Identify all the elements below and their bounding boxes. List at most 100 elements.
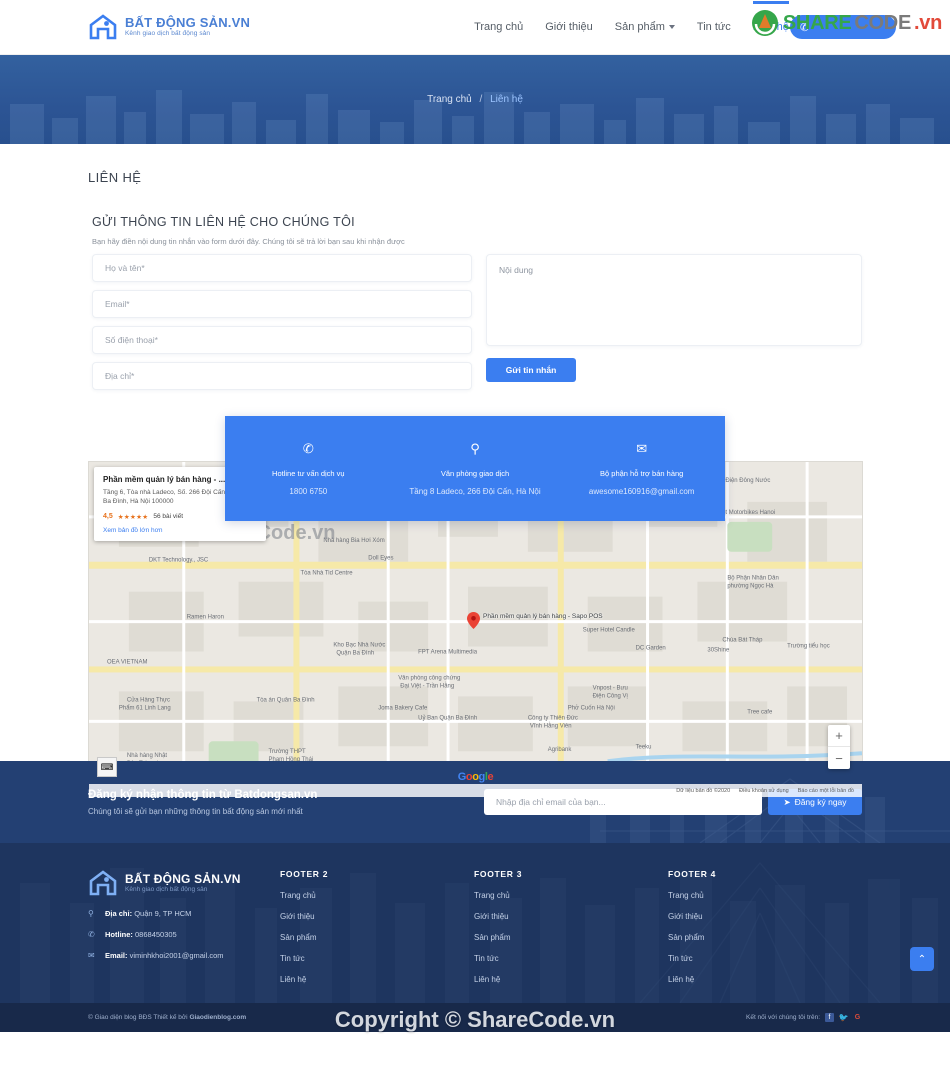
svg-text:Vnpost - Bưu: Vnpost - Bưu — [593, 685, 628, 691]
map-pin-icon: ⚲ — [88, 909, 94, 918]
footer-hotline-value[interactable]: 0868450305 — [135, 930, 177, 939]
map-zoom-out-button[interactable]: − — [828, 747, 850, 769]
map-marker-group[interactable]: Phần mềm quản lý bán hàng - Sapo POS — [467, 612, 603, 629]
nav-label: Tin tức — [696, 21, 731, 33]
footer-link-tin-tuc[interactable]: Tin tức — [280, 954, 474, 963]
nav-item-gioi-thieu[interactable]: Giới thiệu — [545, 17, 593, 37]
page-title: LIÊN HỆ — [88, 170, 142, 185]
footer-address-value: Quận 9, TP HCM — [134, 909, 192, 918]
footer-link-lien-he[interactable]: Liên hệ — [280, 975, 474, 984]
nav-item-trang-chu[interactable]: Trang chủ — [474, 17, 523, 37]
info-support-value[interactable]: awesome160916@gmail.com — [589, 487, 695, 496]
form-heading: GỬI THÔNG TIN LIÊN HỆ CHO CHÚNG TÔI — [92, 215, 355, 229]
watermark-vn: .vn — [914, 11, 942, 34]
footer-columns: BẤT ĐỘNG SẢN.VN Kênh giao dịch bất động … — [88, 869, 862, 984]
footer-brand[interactable]: BẤT ĐỘNG SẢN.VN Kênh giao dịch bất động … — [88, 869, 280, 897]
paper-plane-icon: ➤ — [783, 796, 791, 807]
map-marker-label: Phần mềm quản lý bán hàng - Sapo POS — [483, 613, 603, 620]
chevron-down-icon — [668, 25, 675, 29]
nav-label: Trang chủ — [474, 21, 524, 33]
svg-text:Tree cafe: Tree cafe — [747, 709, 773, 715]
map-pin-icon: ⚲ — [470, 440, 480, 456]
breadcrumb-home[interactable]: Trang chủ — [427, 94, 472, 105]
star-rating-icon: ★★★★★ — [117, 513, 149, 521]
house-logo-icon — [89, 14, 117, 40]
map-zoom-in-button[interactable]: + — [828, 725, 850, 747]
nav-item-san-pham[interactable]: Sản phẩm — [615, 17, 675, 37]
footer-address-label: Địa chỉ: — [105, 909, 133, 918]
phone-icon: ✆ — [88, 930, 95, 939]
footer-brand-title: BẤT ĐỘNG SẢN.VN — [125, 871, 241, 886]
email-field[interactable]: Email* — [92, 290, 472, 318]
breadcrumb-current: Liên hệ — [490, 94, 523, 105]
hero-banner: Trang chủ / Liên hệ — [0, 55, 950, 144]
svg-text:Trường THPT: Trường THPT — [269, 749, 306, 755]
form-grid: Họ và tên* Email* Số điện thoại* Địa chỉ… — [92, 254, 862, 390]
footer-link-san-pham[interactable]: Sản phẩm — [280, 933, 474, 942]
footer-link-lien-he[interactable]: Liên hệ — [668, 975, 862, 984]
map-report-link[interactable]: Báo cáo một lỗi bản đồ — [798, 788, 854, 794]
map-terms-link[interactable]: Điều khoản sử dụng — [739, 788, 789, 794]
view-larger-map-link[interactable]: Xem bản đồ lớn hơn — [103, 527, 257, 534]
footer-link-trang-chu[interactable]: Trang chủ — [280, 891, 474, 900]
brand-logo[interactable]: BẤT ĐỘNG SẢN.VN Kênh giao dịch bất động … — [88, 13, 250, 41]
footer-link-lien-he[interactable]: Liên hệ — [474, 975, 668, 984]
header-phone-button[interactable]: ✆ — [790, 15, 896, 39]
map-keyboard-shortcuts-icon[interactable]: ⌨ — [97, 757, 117, 777]
svg-text:Uỷ Ban Quận Ba Đình: Uỷ Ban Quận Ba Đình — [418, 714, 477, 721]
footer-link-san-pham[interactable]: Sản phẩm — [668, 933, 862, 942]
svg-text:FPT Arena Multimedia: FPT Arena Multimedia — [418, 650, 478, 656]
svg-text:phường Ngọc Hà: phường Ngọc Hà — [727, 584, 774, 590]
footer-link-gioi-thieu[interactable]: Giới thiệu — [280, 912, 474, 921]
social-links: Kết nối với chúng tôi trên: f 🐦 G — [746, 1013, 862, 1022]
form-left-column: Họ và tên* Email* Số điện thoại* Địa chỉ… — [92, 254, 472, 390]
copyright-link[interactable]: Giaodienblog.com — [189, 1014, 246, 1021]
google-plus-icon[interactable]: G — [853, 1013, 862, 1022]
fullname-field[interactable]: Họ và tên* — [92, 254, 472, 282]
message-placeholder: Nội dung — [499, 265, 534, 275]
svg-text:Văn phòng công chứng: Văn phòng công chứng — [398, 675, 460, 681]
svg-text:Nhà hàng Bia Hơi Xóm: Nhà hàng Bia Hơi Xóm — [323, 538, 384, 544]
svg-text:Phẩm 61 Linh Lang: Phẩm 61 Linh Lang — [119, 704, 171, 711]
footer-link-gioi-thieu[interactable]: Giới thiệu — [668, 912, 862, 921]
svg-text:Ramen Haron: Ramen Haron — [187, 615, 224, 621]
map-section: DKT Technology., JSC Doll Eyes Ngã Plaza… — [0, 416, 950, 798]
info-office-title: Văn phòng giao dịch — [440, 468, 510, 478]
info-support-title: Bộ phận hỗ trợ bán hàng — [600, 468, 684, 478]
envelope-icon: ✉ — [88, 951, 95, 960]
footer-link-gioi-thieu[interactable]: Giới thiệu — [474, 912, 668, 921]
facebook-icon[interactable]: f — [825, 1013, 834, 1022]
nav-label: Giới thiệu — [545, 21, 593, 33]
footer-column-4-heading: FOOTER 4 — [668, 869, 717, 879]
footer-link-tin-tuc[interactable]: Tin tức — [668, 954, 862, 963]
footer-column-2-heading: FOOTER 2 — [280, 869, 329, 879]
svg-text:Tòa án Quân Ba Đình: Tòa án Quân Ba Đình — [257, 697, 315, 703]
message-textarea[interactable]: Nội dung — [486, 254, 862, 346]
address-field[interactable]: Địa chỉ* — [92, 362, 472, 390]
footer-hotline-row: ✆ Hotline: 0868450305 — [88, 930, 280, 939]
map-data-credit: Dữ liệu bản đồ ©2020 — [676, 787, 731, 794]
form-right-column: Nội dung Gửi tin nhắn — [486, 254, 862, 390]
form-note: Bạn hãy điền nội dung tin nhắn vào form … — [92, 237, 405, 246]
svg-text:Doll Eyes: Doll Eyes — [368, 556, 393, 562]
footer-link-tin-tuc[interactable]: Tin tức — [474, 954, 668, 963]
svg-text:Tòa Nhà Tid Centre: Tòa Nhà Tid Centre — [300, 571, 353, 577]
phone-field[interactable]: Số điện thoại* — [92, 326, 472, 354]
footer-link-trang-chu[interactable]: Trang chủ — [668, 891, 862, 900]
footer-email-value[interactable]: viminhkhoi2001@gmail.com — [130, 951, 224, 960]
info-hotline-value[interactable]: 1800 6750 — [289, 487, 327, 496]
newsletter-email-placeholder: Nhập địa chỉ email của bạn... — [496, 797, 606, 807]
send-message-button[interactable]: Gửi tin nhắn — [486, 358, 576, 382]
svg-text:Phở Cuốn Hà Nội: Phở Cuốn Hà Nội — [568, 704, 615, 711]
footer-link-trang-chu[interactable]: Trang chủ — [474, 891, 668, 900]
nav-item-lien-he[interactable]: Liên hệ — [752, 1, 789, 37]
footer-link-san-pham[interactable]: Sản phẩm — [474, 933, 668, 942]
info-item-hotline: ✆ Hotline tư vấn dịch vụ 1800 6750 — [225, 416, 392, 521]
brand-subtitle: Kênh giao dịch bất động sản — [125, 30, 211, 38]
map-place-rating: 4,5 — [103, 513, 113, 521]
twitter-icon[interactable]: 🐦 — [839, 1013, 849, 1022]
nav-item-tin-tuc[interactable]: Tin tức — [697, 17, 731, 37]
svg-text:Cửa Hàng Thực: Cửa Hàng Thực — [127, 696, 170, 703]
back-to-top-button[interactable]: ⌃ — [910, 947, 934, 971]
svg-text:Teeku: Teeku — [636, 744, 652, 750]
